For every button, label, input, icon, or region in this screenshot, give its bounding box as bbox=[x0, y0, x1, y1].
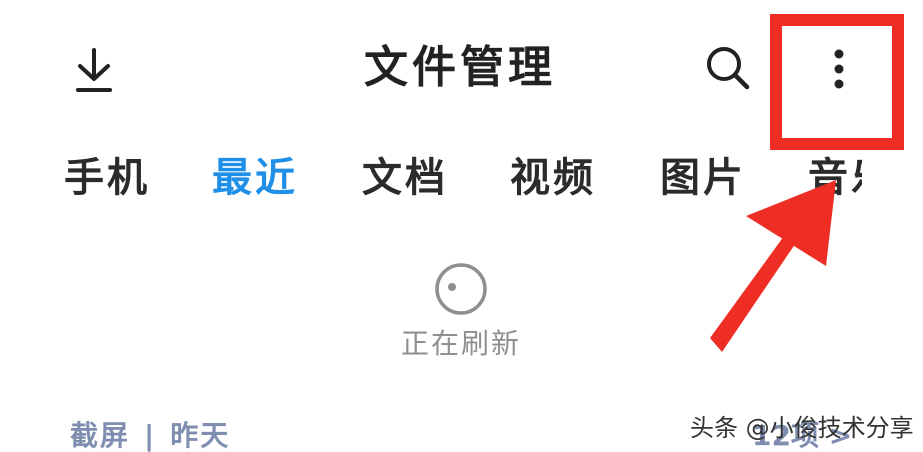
page-title: 文件管理 bbox=[364, 42, 556, 93]
tab-videos[interactable]: 视频 bbox=[510, 148, 596, 208]
watermark: 头条 @小俊技术分享 bbox=[690, 414, 914, 442]
refresh-icon bbox=[435, 263, 487, 315]
file-manager-screen: 文件管理 手机 最近 文档 视频 图片 音乐 正在刷新 截屏|昨天 12项 > bbox=[0, 0, 923, 452]
download-button[interactable] bbox=[62, 40, 126, 100]
tab-recent[interactable]: 最近 bbox=[212, 148, 298, 208]
search-button[interactable] bbox=[696, 38, 760, 98]
search-icon bbox=[707, 47, 750, 90]
section-separator: | bbox=[144, 419, 157, 452]
annotation-arrow bbox=[710, 180, 836, 352]
section-date: 昨天 bbox=[170, 419, 231, 452]
section-name: 截屏 bbox=[70, 419, 131, 452]
section-header[interactable]: 截屏 | 昨天 bbox=[70, 416, 230, 452]
download-icon bbox=[76, 48, 112, 92]
annotation-highlight-box bbox=[770, 14, 904, 150]
refresh-status-text: 正在刷新 bbox=[400, 327, 521, 360]
tab-phone[interactable]: 手机 bbox=[64, 148, 150, 208]
tab-documents[interactable]: 文档 bbox=[362, 148, 448, 208]
